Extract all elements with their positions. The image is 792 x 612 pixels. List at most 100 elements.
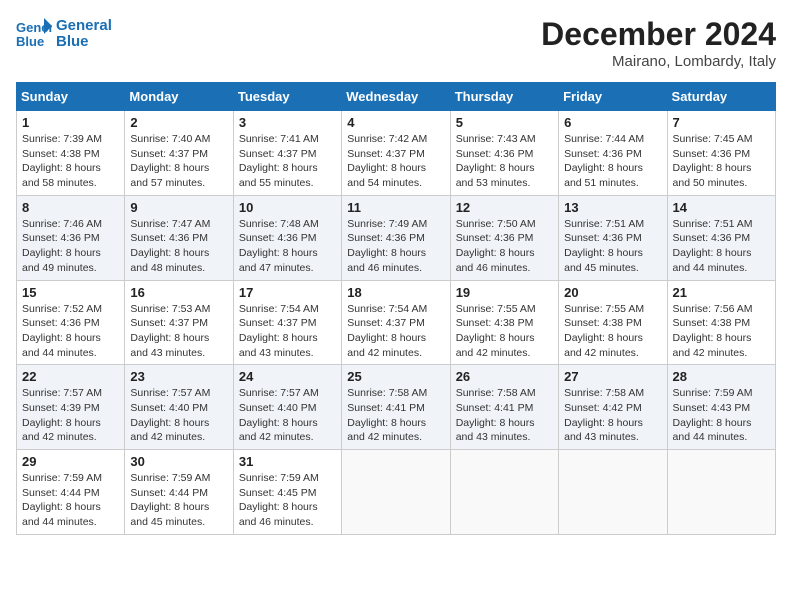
day-number: 3 <box>239 115 336 130</box>
week-row-2: 8 Sunrise: 7:46 AM Sunset: 4:36 PM Daylig… <box>17 195 776 280</box>
day-number: 24 <box>239 369 336 384</box>
svg-text:Blue: Blue <box>16 34 44 49</box>
day-info: Sunrise: 7:46 AM Sunset: 4:36 PM Dayligh… <box>22 217 119 276</box>
day-number: 17 <box>239 285 336 300</box>
calendar-cell: 24Sunrise: 7:57 AM Sunset: 4:40 PM Dayli… <box>233 365 341 450</box>
day-number: 12 <box>456 200 553 215</box>
logo-text: General <box>56 18 112 35</box>
day-number: 11 <box>347 200 444 215</box>
day-number: 2 <box>130 115 227 130</box>
day-number: 26 <box>456 369 553 384</box>
day-number: 28 <box>673 369 770 384</box>
logo-icon: General Blue <box>16 16 52 52</box>
day-info: Sunrise: 7:50 AM Sunset: 4:36 PM Dayligh… <box>456 217 553 276</box>
weekday-header-friday: Friday <box>559 83 667 111</box>
day-info: Sunrise: 7:59 AM Sunset: 4:44 PM Dayligh… <box>130 471 227 530</box>
day-info: Sunrise: 7:54 AM Sunset: 4:37 PM Dayligh… <box>347 302 444 361</box>
day-info: Sunrise: 7:42 AM Sunset: 4:37 PM Dayligh… <box>347 132 444 191</box>
day-number: 31 <box>239 454 336 469</box>
day-info: Sunrise: 7:55 AM Sunset: 4:38 PM Dayligh… <box>456 302 553 361</box>
day-number: 29 <box>22 454 119 469</box>
calendar-cell <box>450 450 558 535</box>
day-info: Sunrise: 7:58 AM Sunset: 4:42 PM Dayligh… <box>564 386 661 445</box>
calendar-cell: 21 Sunrise: 7:56 AM Sunset: 4:38 PM Dayli… <box>667 280 775 365</box>
day-info: Sunrise: 7:49 AM Sunset: 4:36 PM Dayligh… <box>347 217 444 276</box>
calendar-cell: 3 Sunrise: 7:41 AM Sunset: 4:37 PM Daylig… <box>233 111 341 196</box>
calendar-cell: 23Sunrise: 7:57 AM Sunset: 4:40 PM Dayli… <box>125 365 233 450</box>
calendar-cell: 22 Sunrise: 7:57 AM Sunset: 4:39 PM Dayli… <box>17 365 125 450</box>
day-info: Sunrise: 7:39 AM Sunset: 4:38 PM Dayligh… <box>22 132 119 191</box>
calendar-table: SundayMondayTuesdayWednesdayThursdayFrid… <box>16 82 776 535</box>
calendar-cell: 29 Sunrise: 7:59 AM Sunset: 4:44 PM Dayli… <box>17 450 125 535</box>
calendar-cell: 26 Sunrise: 7:58 AM Sunset: 4:41 PM Dayli… <box>450 365 558 450</box>
weekday-header-saturday: Saturday <box>667 83 775 111</box>
week-row-1: 1 Sunrise: 7:39 AM Sunset: 4:38 PM Daylig… <box>17 111 776 196</box>
day-number: 19 <box>456 285 553 300</box>
calendar-cell: 16Sunrise: 7:53 AM Sunset: 4:37 PM Dayli… <box>125 280 233 365</box>
page-header: General Blue General Blue December 2024 … <box>16 16 776 70</box>
weekday-header-row: SundayMondayTuesdayWednesdayThursdayFrid… <box>17 83 776 111</box>
calendar-cell: 20Sunrise: 7:55 AM Sunset: 4:38 PM Dayli… <box>559 280 667 365</box>
calendar-cell: 10 Sunrise: 7:48 AM Sunset: 4:36 PM Dayli… <box>233 195 341 280</box>
day-info: Sunrise: 7:44 AM Sunset: 4:36 PM Dayligh… <box>564 132 661 191</box>
calendar-cell <box>667 450 775 535</box>
day-number: 27 <box>564 369 661 384</box>
calendar-cell: 14Sunrise: 7:51 AM Sunset: 4:36 PM Dayli… <box>667 195 775 280</box>
weekday-header-sunday: Sunday <box>17 83 125 111</box>
day-info: Sunrise: 7:59 AM Sunset: 4:45 PM Dayligh… <box>239 471 336 530</box>
day-info: Sunrise: 7:41 AM Sunset: 4:37 PM Dayligh… <box>239 132 336 191</box>
day-number: 15 <box>22 285 119 300</box>
month-title: December 2024 <box>541 16 776 53</box>
week-row-4: 22 Sunrise: 7:57 AM Sunset: 4:39 PM Dayli… <box>17 365 776 450</box>
calendar-cell <box>559 450 667 535</box>
location: Mairano, Lombardy, Italy <box>541 53 776 70</box>
day-number: 8 <box>22 200 119 215</box>
day-number: 10 <box>239 200 336 215</box>
day-info: Sunrise: 7:40 AM Sunset: 4:37 PM Dayligh… <box>130 132 227 191</box>
day-info: Sunrise: 7:58 AM Sunset: 4:41 PM Dayligh… <box>347 386 444 445</box>
day-info: Sunrise: 7:56 AM Sunset: 4:38 PM Dayligh… <box>673 302 770 361</box>
day-info: Sunrise: 7:57 AM Sunset: 4:39 PM Dayligh… <box>22 386 119 445</box>
day-info: Sunrise: 7:51 AM Sunset: 4:36 PM Dayligh… <box>673 217 770 276</box>
calendar-cell: 17 Sunrise: 7:54 AM Sunset: 4:37 PM Dayli… <box>233 280 341 365</box>
calendar-cell: 7Sunrise: 7:45 AM Sunset: 4:36 PM Daylig… <box>667 111 775 196</box>
day-number: 6 <box>564 115 661 130</box>
calendar-cell: 28Sunrise: 7:59 AM Sunset: 4:43 PM Dayli… <box>667 365 775 450</box>
day-info: Sunrise: 7:52 AM Sunset: 4:36 PM Dayligh… <box>22 302 119 361</box>
day-info: Sunrise: 7:53 AM Sunset: 4:37 PM Dayligh… <box>130 302 227 361</box>
logo: General Blue General Blue <box>16 16 112 52</box>
day-info: Sunrise: 7:59 AM Sunset: 4:44 PM Dayligh… <box>22 471 119 530</box>
day-number: 21 <box>673 285 770 300</box>
day-info: Sunrise: 7:54 AM Sunset: 4:37 PM Dayligh… <box>239 302 336 361</box>
calendar-cell: 12 Sunrise: 7:50 AM Sunset: 4:36 PM Dayli… <box>450 195 558 280</box>
calendar-cell: 31 Sunrise: 7:59 AM Sunset: 4:45 PM Dayli… <box>233 450 341 535</box>
day-info: Sunrise: 7:55 AM Sunset: 4:38 PM Dayligh… <box>564 302 661 361</box>
calendar-cell: 9Sunrise: 7:47 AM Sunset: 4:36 PM Daylig… <box>125 195 233 280</box>
title-area: December 2024 Mairano, Lombardy, Italy <box>541 16 776 70</box>
day-number: 4 <box>347 115 444 130</box>
calendar-cell: 25 Sunrise: 7:58 AM Sunset: 4:41 PM Dayli… <box>342 365 450 450</box>
day-info: Sunrise: 7:48 AM Sunset: 4:36 PM Dayligh… <box>239 217 336 276</box>
day-info: Sunrise: 7:58 AM Sunset: 4:41 PM Dayligh… <box>456 386 553 445</box>
calendar-cell: 2 Sunrise: 7:40 AM Sunset: 4:37 PM Daylig… <box>125 111 233 196</box>
day-number: 30 <box>130 454 227 469</box>
calendar-cell: 4 Sunrise: 7:42 AM Sunset: 4:37 PM Daylig… <box>342 111 450 196</box>
calendar-cell: 1 Sunrise: 7:39 AM Sunset: 4:38 PM Daylig… <box>17 111 125 196</box>
logo-text2: Blue <box>56 34 112 51</box>
day-number: 1 <box>22 115 119 130</box>
day-number: 13 <box>564 200 661 215</box>
calendar-cell: 6 Sunrise: 7:44 AM Sunset: 4:36 PM Daylig… <box>559 111 667 196</box>
day-number: 22 <box>22 369 119 384</box>
day-info: Sunrise: 7:47 AM Sunset: 4:36 PM Dayligh… <box>130 217 227 276</box>
calendar-cell: 19 Sunrise: 7:55 AM Sunset: 4:38 PM Dayli… <box>450 280 558 365</box>
day-info: Sunrise: 7:57 AM Sunset: 4:40 PM Dayligh… <box>130 386 227 445</box>
weekday-header-monday: Monday <box>125 83 233 111</box>
calendar-cell: 18 Sunrise: 7:54 AM Sunset: 4:37 PM Dayli… <box>342 280 450 365</box>
calendar-cell: 11 Sunrise: 7:49 AM Sunset: 4:36 PM Dayli… <box>342 195 450 280</box>
calendar-cell: 8 Sunrise: 7:46 AM Sunset: 4:36 PM Daylig… <box>17 195 125 280</box>
day-number: 25 <box>347 369 444 384</box>
weekday-header-wednesday: Wednesday <box>342 83 450 111</box>
calendar-cell <box>342 450 450 535</box>
calendar-cell: 15 Sunrise: 7:52 AM Sunset: 4:36 PM Dayli… <box>17 280 125 365</box>
day-number: 18 <box>347 285 444 300</box>
